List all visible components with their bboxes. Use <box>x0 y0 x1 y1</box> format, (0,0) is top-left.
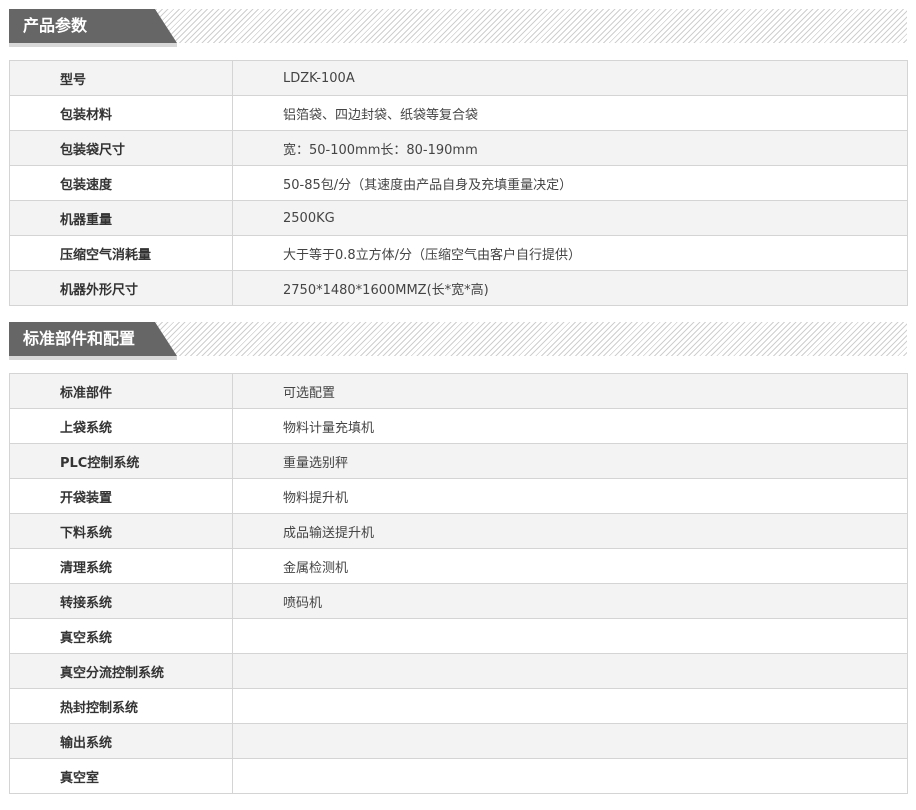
table-row: 转接系统 喷码机 <box>9 583 908 619</box>
table-row: 输出系统 <box>9 723 908 759</box>
row-value: 重量选别秤 <box>232 443 908 479</box>
table-row: 下料系统 成品输送提升机 <box>9 513 908 549</box>
row-label: 热封控制系统 <box>9 688 233 724</box>
row-label: 真空系统 <box>9 618 233 654</box>
row-label: 包装速度 <box>9 165 233 201</box>
row-value <box>232 653 908 689</box>
row-label: 标准部件 <box>9 373 233 409</box>
product-params-table: 型号 LDZK-100A 包装材料 铝箔袋、四边封袋、纸袋等复合袋 包装袋尺寸 … <box>9 60 908 306</box>
table-row: 包装袋尺寸 宽：50-100mm长：80-190mm <box>9 130 908 166</box>
row-label: 包装材料 <box>9 95 233 131</box>
row-value <box>232 618 908 654</box>
table-row: 机器重量 2500KG <box>9 200 908 236</box>
row-value: 金属检测机 <box>232 548 908 584</box>
row-label: 真空分流控制系统 <box>9 653 233 689</box>
row-label: 真空室 <box>9 758 233 794</box>
table-row: 压缩空气消耗量 大于等于0.8立方体/分（压缩空气由客户自行提供） <box>9 235 908 271</box>
row-value <box>232 688 908 724</box>
row-label: PLC控制系统 <box>9 443 233 479</box>
row-value <box>232 723 908 759</box>
table-row: PLC控制系统 重量选别秤 <box>9 443 908 479</box>
table-row: 开袋装置 物料提升机 <box>9 478 908 514</box>
row-label: 转接系统 <box>9 583 233 619</box>
table-row: 真空系统 <box>9 618 908 654</box>
table-row: 机器外形尺寸 2750*1480*1600MMZ(长*宽*高) <box>9 270 908 306</box>
section-title: 产品参数 <box>9 9 177 43</box>
row-label: 机器重量 <box>9 200 233 236</box>
row-label: 机器外形尺寸 <box>9 270 233 306</box>
row-label: 型号 <box>9 60 233 96</box>
table-row: 真空室 <box>9 758 908 794</box>
row-value: LDZK-100A <box>232 60 908 96</box>
row-value: 成品输送提升机 <box>232 513 908 549</box>
table-row: 包装材料 铝箔袋、四边封袋、纸袋等复合袋 <box>9 95 908 131</box>
table-row: 真空分流控制系统 <box>9 653 908 689</box>
row-value <box>232 758 908 794</box>
row-value: 喷码机 <box>232 583 908 619</box>
row-value: 铝箔袋、四边封袋、纸袋等复合袋 <box>232 95 908 131</box>
row-value: 宽：50-100mm长：80-190mm <box>232 130 908 166</box>
row-label: 输出系统 <box>9 723 233 759</box>
row-label: 下料系统 <box>9 513 233 549</box>
row-label: 包装袋尺寸 <box>9 130 233 166</box>
table-row: 清理系统 金属检测机 <box>9 548 908 584</box>
table-row: 上袋系统 物料计量充填机 <box>9 408 908 444</box>
row-value: 2500KG <box>232 200 908 236</box>
row-value: 50-85包/分（其速度由产品自身及充填重量决定） <box>232 165 908 201</box>
standard-parts-table: 标准部件 可选配置 上袋系统 物料计量充填机 PLC控制系统 重量选别秤 开袋装… <box>9 373 908 794</box>
table-row: 标准部件 可选配置 <box>9 373 908 409</box>
table-row: 热封控制系统 <box>9 688 908 724</box>
row-label: 压缩空气消耗量 <box>9 235 233 271</box>
row-value: 物料提升机 <box>232 478 908 514</box>
section-header-standard-parts: 标准部件和配置 <box>9 322 907 360</box>
row-value: 可选配置 <box>232 373 908 409</box>
table-row: 包装速度 50-85包/分（其速度由产品自身及充填重量决定） <box>9 165 908 201</box>
row-value: 物料计量充填机 <box>232 408 908 444</box>
row-label: 开袋装置 <box>9 478 233 514</box>
row-value: 2750*1480*1600MMZ(长*宽*高) <box>232 270 908 306</box>
header-underline <box>9 356 177 360</box>
header-underline <box>9 43 177 47</box>
table-row: 型号 LDZK-100A <box>9 60 908 96</box>
row-value: 大于等于0.8立方体/分（压缩空气由客户自行提供） <box>232 235 908 271</box>
row-label: 上袋系统 <box>9 408 233 444</box>
section-title: 标准部件和配置 <box>9 322 177 356</box>
row-label: 清理系统 <box>9 548 233 584</box>
section-header-product-params: 产品参数 <box>9 9 907 47</box>
